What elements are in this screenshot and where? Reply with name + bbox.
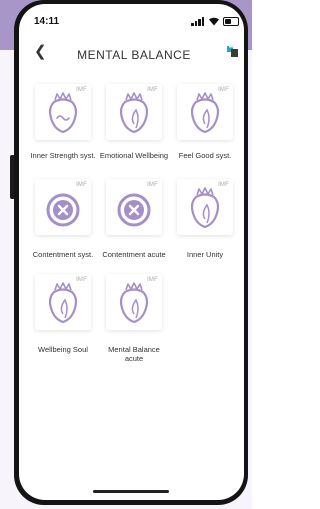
remedy-label: Mental Balance acute [108, 345, 160, 363]
remedy-tile[interactable]: IMF [106, 274, 162, 330]
remedy-label: Emotional Wellbeing [99, 151, 169, 160]
imf-badge: IMF [147, 277, 158, 283]
phone-screen: 14:11 ❮ MENTAL BALANCE IMF Inner Strength… [19, 4, 244, 500]
imf-badge: IMF [147, 182, 158, 188]
imf-badge: IMF [76, 182, 87, 188]
remedy-label: Contentment acute [102, 250, 166, 259]
remedy-label: Wellbeing Soul [38, 345, 88, 354]
remedy-tile[interactable]: IMF [35, 274, 91, 330]
status-time: 14:11 [34, 16, 60, 27]
remedy-tile[interactable]: IMF [177, 84, 233, 140]
remedy-label: Feel Good syst. [178, 151, 232, 160]
app-logo-icon[interactable] [226, 44, 240, 58]
imf-badge: IMF [76, 87, 87, 93]
signal-icon [191, 17, 205, 26]
remedy-tile[interactable]: IMF [177, 179, 233, 235]
imf-badge: IMF [147, 87, 158, 93]
remedy-tile[interactable]: IMF [35, 84, 91, 140]
remedy-tile[interactable]: IMF [35, 179, 91, 235]
wifi-icon [209, 17, 219, 26]
back-icon[interactable]: ❮ [34, 44, 47, 59]
imf-badge: IMF [218, 87, 229, 93]
battery-icon [223, 17, 239, 26]
page-title: MENTAL BALANCE [77, 48, 191, 62]
remedy-label: Inner Strength syst. [30, 151, 96, 160]
remedy-tile[interactable]: IMF [106, 84, 162, 140]
remedy-tile[interactable]: IMF [106, 179, 162, 235]
remedy-label: Contentment syst. [32, 250, 94, 259]
remedy-label: Inner Unity [186, 250, 224, 259]
imf-badge: IMF [218, 182, 229, 188]
home-indicator[interactable] [93, 490, 169, 493]
imf-badge: IMF [76, 277, 87, 283]
